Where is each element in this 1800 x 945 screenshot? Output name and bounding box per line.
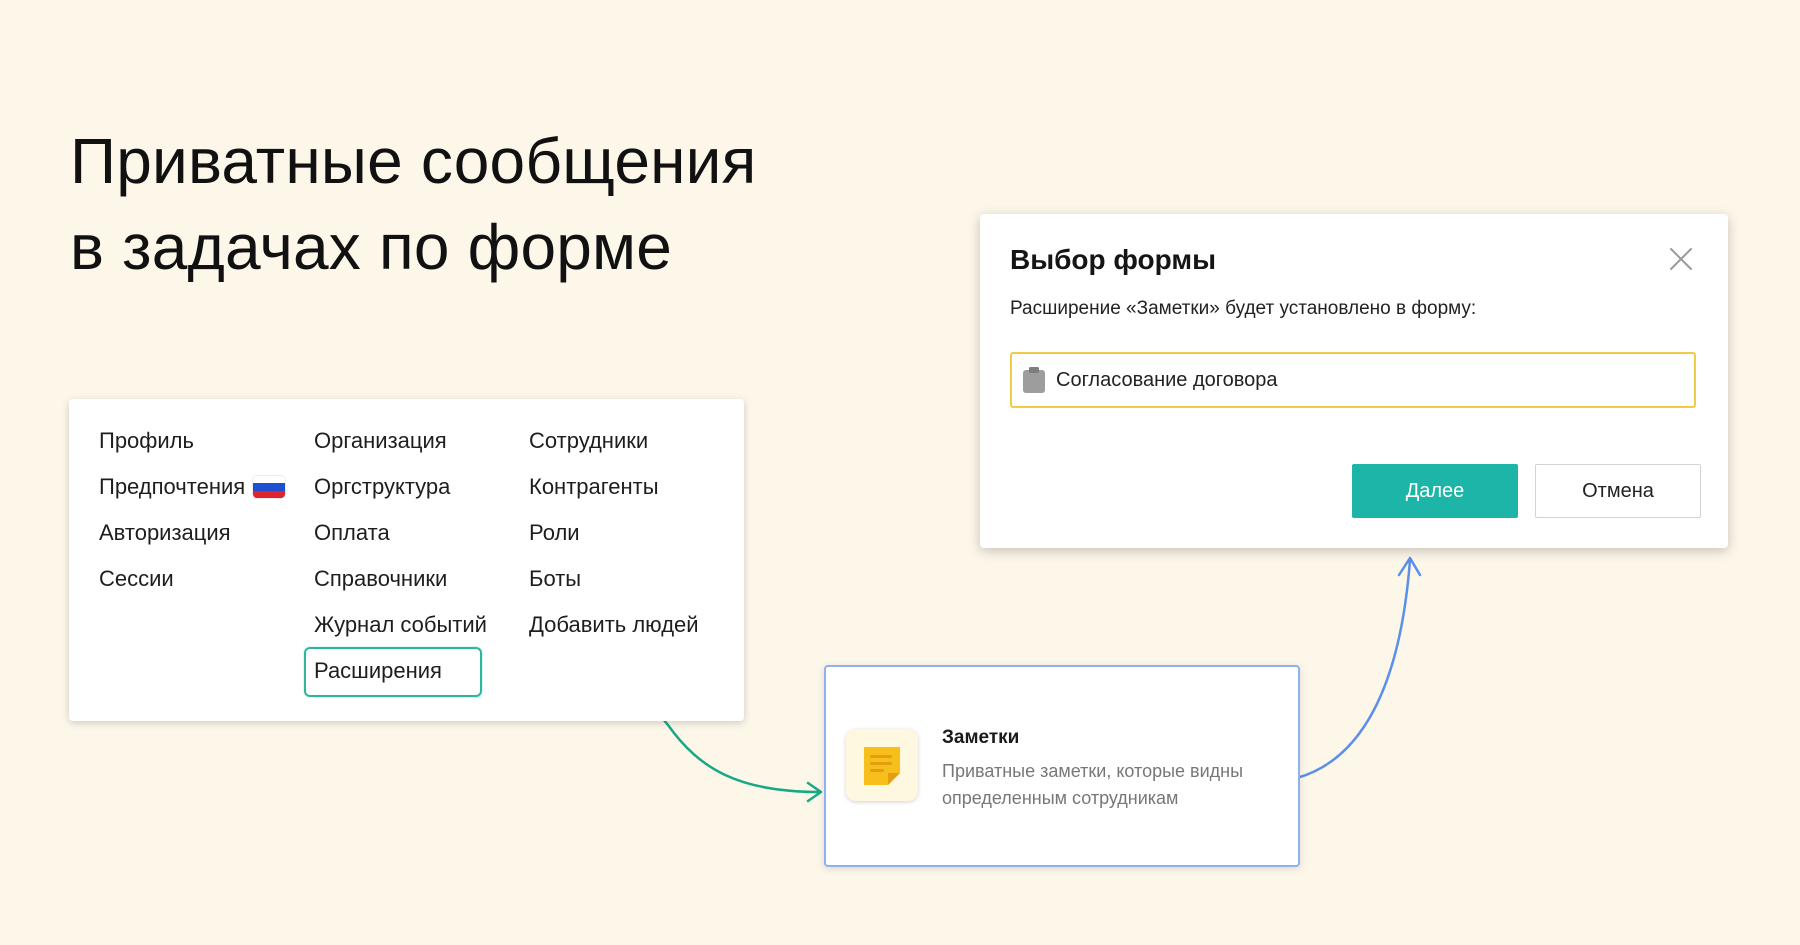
form-selection-dialog: Выбор формы Расширение «Заметки» будет у…	[980, 214, 1728, 548]
menu-item-profile[interactable]: Профиль	[99, 423, 285, 469]
dialog-description: Расширение «Заметки» будет установлено в…	[1010, 298, 1477, 319]
arrow-extension-to-dialog	[1296, 559, 1412, 780]
active-item-highlight	[304, 647, 482, 697]
next-button[interactable]: Далее	[1352, 464, 1518, 518]
close-icon[interactable]	[1668, 246, 1694, 272]
menu-item-bots[interactable]: Боты	[529, 561, 699, 607]
menu-item-contractors[interactable]: Контрагенты	[529, 469, 699, 515]
menu-item-authorization[interactable]: Авторизация	[99, 515, 285, 561]
clipboard-icon	[1023, 367, 1045, 393]
form-select-value: Согласование договора	[1056, 368, 1278, 391]
menu-item-employees[interactable]: Сотрудники	[529, 423, 699, 469]
menu-item-preferences[interactable]: Предпочтения	[99, 469, 286, 515]
russian-flag-icon	[253, 476, 286, 498]
menu-item-roles[interactable]: Роли	[529, 515, 699, 561]
menu-column-3: Сотрудники Контрагенты Роли Боты Добавит…	[529, 423, 699, 653]
menu-item-org-structure[interactable]: Оргструктура	[314, 469, 487, 515]
settings-menu: Профиль Предпочтения Авторизация Сессии …	[69, 399, 744, 721]
menu-item-payment[interactable]: Оплата	[314, 515, 487, 561]
menu-item-add-people[interactable]: Добавить людей	[529, 607, 699, 653]
extension-title: Заметки	[942, 727, 1020, 748]
form-select[interactable]: Согласование договора	[1010, 352, 1696, 408]
extension-description: Приватные заметки, которые видны определ…	[942, 761, 1244, 808]
sticky-note-icon	[846, 729, 918, 801]
cancel-button[interactable]: Отмена	[1535, 464, 1701, 518]
menu-column-1: Профиль Предпочтения Авторизация Сессии	[99, 423, 286, 607]
menu-item-directories[interactable]: Справочники	[314, 561, 487, 607]
menu-item-sessions[interactable]: Сессии	[99, 561, 285, 607]
dialog-title: Выбор формы	[1010, 244, 1217, 275]
extension-card-notes[interactable]: Заметки Приватные заметки, которые видны…	[824, 665, 1300, 867]
menu-item-organization[interactable]: Организация	[314, 423, 487, 469]
